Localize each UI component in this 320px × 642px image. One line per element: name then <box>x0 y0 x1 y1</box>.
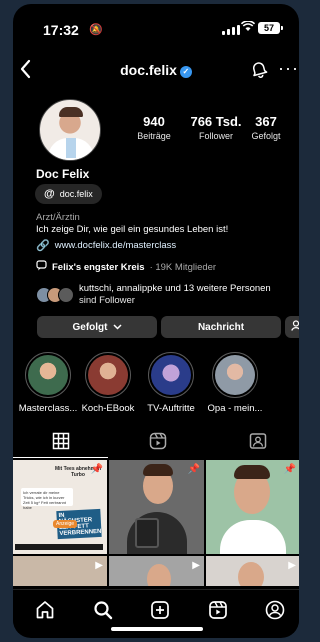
verified-badge-icon: ✓ <box>179 66 192 78</box>
following-button-label: Gefolgt <box>72 321 108 333</box>
profile-bio: Ich zeige Dir, wie geil ein gesundes Leb… <box>36 224 229 235</box>
follower-avatar <box>58 287 74 303</box>
post-tile[interactable]: ▶ <box>109 556 204 586</box>
stat-following-number: 367 <box>255 114 277 129</box>
highlight-item[interactable]: Opa - mein... <box>202 352 268 414</box>
suggest-users-button[interactable] <box>285 316 299 338</box>
active-tab-indicator <box>13 457 108 458</box>
highlight-cover <box>28 355 68 395</box>
status-time: 17:32 <box>43 22 79 38</box>
avatar-shirt <box>66 138 76 158</box>
reel-icon: ▶ <box>288 560 296 571</box>
reels-icon[interactable] <box>208 600 228 620</box>
chat-bubble-icon <box>36 260 47 274</box>
tagged-tab-icon[interactable] <box>249 432 267 450</box>
profile-name: Doc Felix <box>36 167 90 181</box>
followed-by-line2: sind Follower <box>79 295 135 306</box>
action-buttons: Gefolgt Nachricht <box>37 316 299 338</box>
silent-bell-icon: 🔕 <box>89 24 103 36</box>
highlight-item[interactable]: TV-Auftritte <box>138 352 204 414</box>
post-tile[interactable]: Mit Tees abnehmen Turbo Ich verrate dir … <box>13 460 107 554</box>
search-icon[interactable] <box>93 600 113 620</box>
home-indicator[interactable] <box>111 627 203 631</box>
highlight-item[interactable]: Masterclass... <box>15 352 81 414</box>
highlight-ring <box>85 352 131 398</box>
create-post-icon[interactable] <box>150 600 170 620</box>
posts-grid: Mit Tees abnehmen Turbo Ich verrate dir … <box>13 460 299 586</box>
status-bar: 17:32 🔕 57 <box>13 4 299 46</box>
post-tile[interactable]: 📌 <box>206 460 299 554</box>
post-person-coat <box>220 520 286 554</box>
threads-handle: doc.felix <box>59 189 93 199</box>
circle-members: · 19K Mitglieder <box>149 261 217 273</box>
profile-category: Arzt/Ärztin <box>36 212 80 223</box>
message-button-label: Nachricht <box>197 321 245 333</box>
username-text: doc.felix <box>120 62 177 78</box>
profile-tabs <box>13 432 299 456</box>
threads-icon: @ <box>44 188 55 200</box>
phone-screen: 17:32 🔕 57 doc.felix ✓ ··· 940 Beiträge 7… <box>13 4 299 638</box>
message-button[interactable]: Nachricht <box>161 316 281 338</box>
highlight-item[interactable]: Koch-EBook <box>75 352 141 414</box>
reel-icon: ▶ <box>95 560 103 571</box>
reels-tab-icon[interactable] <box>149 432 167 450</box>
highlight-ring <box>212 352 258 398</box>
highlight-label: Koch-EBook <box>81 403 135 414</box>
post-phone-shape <box>135 518 159 548</box>
followed-by-line1: kuttschi, annalippke und 13 weitere Pers… <box>79 283 271 294</box>
post-tile[interactable]: ▶ <box>206 556 299 586</box>
highlight-label: Masterclass... <box>18 403 78 414</box>
post-person-face <box>238 562 264 586</box>
highlight-cover <box>88 355 128 395</box>
post-person-face <box>147 564 171 586</box>
threads-badge[interactable]: @ doc.felix <box>35 184 102 204</box>
grid-icon[interactable] <box>52 432 70 450</box>
post-tile[interactable]: ▶ <box>13 556 107 586</box>
profile-link-text: www.docfelix.de/masterclass <box>54 240 177 251</box>
post-person-hair <box>143 464 173 476</box>
profile-avatar[interactable] <box>39 99 101 161</box>
pin-icon: 📌 <box>90 464 103 475</box>
avatar-hair <box>59 107 83 117</box>
stat-following[interactable]: 367 Gefolgt <box>231 114 299 141</box>
post-note: Ich verrate dir meine Tricks, wie ich in… <box>21 488 73 510</box>
highlight-ring <box>148 352 194 398</box>
laptop-shape <box>15 544 103 550</box>
post-tile[interactable]: 📌 <box>109 460 204 554</box>
highlight-label: TV-Auftritte <box>147 403 195 414</box>
highlight-ring <box>25 352 71 398</box>
chevron-down-icon <box>112 322 122 333</box>
more-options-icon[interactable]: ··· <box>278 58 299 79</box>
close-friends-circle[interactable]: Felix's engster Kreis · 19K Mitglieder <box>36 260 216 274</box>
home-icon[interactable] <box>35 600 55 620</box>
highlight-cover <box>151 355 191 395</box>
profile-header: doc.felix ✓ ··· <box>13 58 299 82</box>
post-tag: Anzeige <box>53 520 78 528</box>
stat-following-label: Gefolgt <box>251 131 281 141</box>
profile-icon[interactable] <box>265 600 285 620</box>
followed-by-text: kuttschi, annalippke und 13 weitere Pers… <box>79 283 271 307</box>
highlight-label: Opa - mein... <box>207 403 263 414</box>
wifi-icon <box>240 20 256 35</box>
circle-name: Felix's engster Kreis <box>52 261 145 273</box>
stat-posts[interactable]: 940 Beiträge <box>119 114 189 141</box>
pin-icon: 📌 <box>283 464 296 475</box>
battery-icon: 57 <box>258 22 283 34</box>
profile-link[interactable]: 🔗 www.docfelix.de/masterclass <box>36 239 176 252</box>
post-person-hair <box>234 465 270 479</box>
notification-bell-icon[interactable] <box>250 60 268 78</box>
stat-posts-label: Beiträge <box>137 131 171 141</box>
link-icon: 🔗 <box>36 240 50 252</box>
stat-posts-number: 940 <box>143 114 165 129</box>
signal-icon <box>222 24 240 35</box>
followed-by[interactable]: kuttschi, annalippke und 13 weitere Pers… <box>36 283 271 307</box>
reel-icon: ▶ <box>192 560 200 571</box>
highlight-cover <box>215 355 255 395</box>
pin-icon: 📌 <box>187 464 200 475</box>
following-button[interactable]: Gefolgt <box>37 316 157 338</box>
add-person-icon <box>290 320 299 334</box>
